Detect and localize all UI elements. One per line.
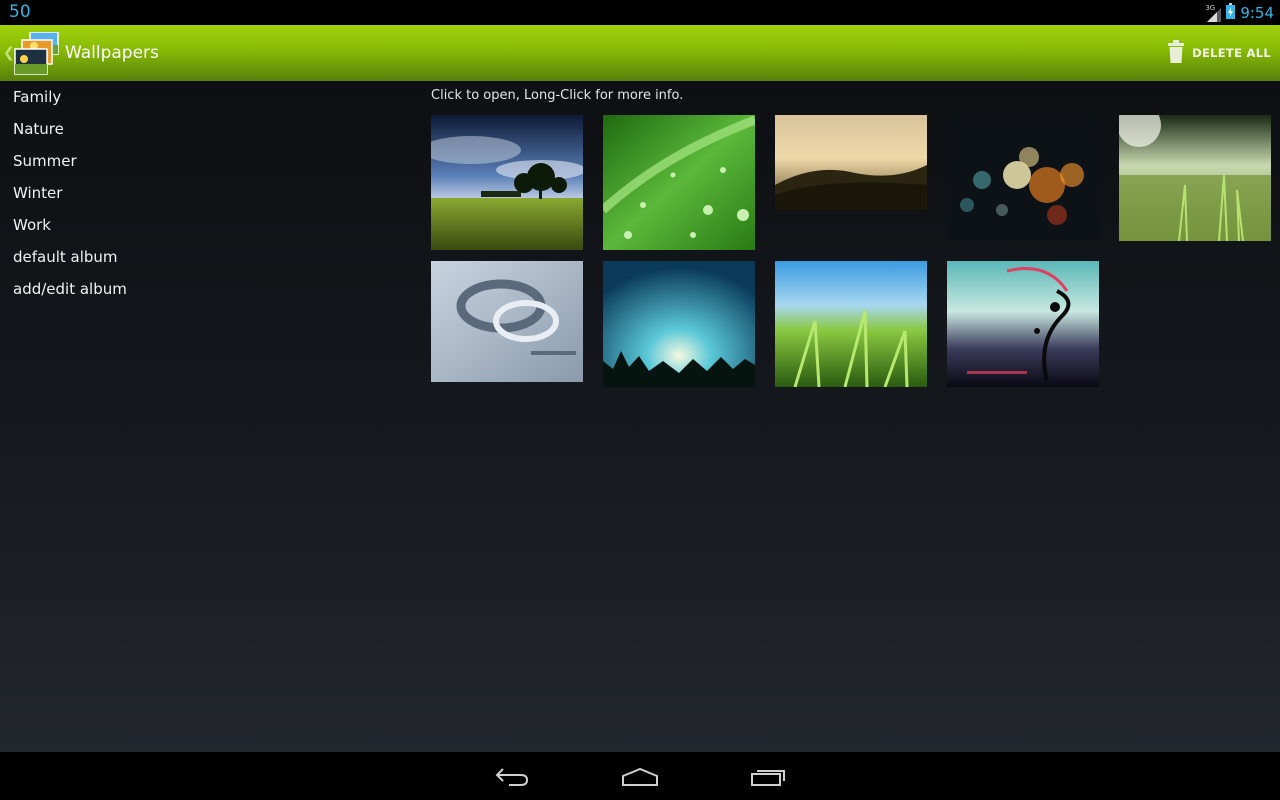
album-item-work[interactable]: Work xyxy=(0,209,420,241)
wallpaper-thumbnail-grass-dew-sunlight[interactable] xyxy=(1119,115,1271,241)
home-button[interactable] xyxy=(610,760,670,794)
album-item-add-edit[interactable]: add/edit album xyxy=(0,273,420,305)
album-item-summer[interactable]: Summer xyxy=(0,145,420,177)
wallpaper-thumbnail-blue-light-grass[interactable] xyxy=(603,261,755,387)
home-icon xyxy=(622,767,658,786)
clock: 9:54 xyxy=(1240,3,1274,22)
wallpaper-thumbnail-bokeh-lights[interactable] xyxy=(947,115,1099,241)
album-item-family[interactable]: Family xyxy=(0,81,420,113)
album-item-nature[interactable]: Nature xyxy=(0,113,420,145)
album-item-default[interactable]: default album xyxy=(0,241,420,273)
navigation-bar xyxy=(0,752,1280,800)
wallpaper-thumbnail-abstract-silver-rings[interactable] xyxy=(431,261,583,382)
back-icon xyxy=(495,768,529,786)
wallpaper-thumbnail-green-grass-blue-sky[interactable] xyxy=(775,261,927,387)
action-bar: ❮ Wallpapers DELETE ALL xyxy=(0,25,1280,81)
notification-count: 50 xyxy=(9,2,31,22)
wallpaper-thumbnail-grassy-hill-sunset[interactable] xyxy=(775,115,927,210)
wallpaper-thumbnail-landscape-trees[interactable] xyxy=(431,115,583,250)
content-area: Family Nature Summer Winter Work default… xyxy=(0,81,1280,752)
app-title: Wallpapers xyxy=(65,43,159,63)
wallpaper-thumbnail-leaf-water-drops[interactable] xyxy=(603,115,755,250)
battery-charging-icon xyxy=(1226,2,1236,23)
wallpaper-thumbnail-grunge-floral-art[interactable] xyxy=(947,261,1099,387)
status-icons: 3G 9:54 xyxy=(1205,2,1274,23)
delete-all-label: DELETE ALL xyxy=(1192,46,1271,60)
gallery-hint: Click to open, Long-Click for more info. xyxy=(431,88,684,103)
album-list: Family Nature Summer Winter Work default… xyxy=(0,81,420,305)
status-bar: 50 3G 9:54 xyxy=(0,0,1280,25)
app-icon[interactable] xyxy=(14,31,60,76)
delete-all-button[interactable]: DELETE ALL xyxy=(1168,39,1271,67)
album-item-winter[interactable]: Winter xyxy=(0,177,420,209)
signal-icon: 3G xyxy=(1205,4,1222,22)
back-button[interactable] xyxy=(482,760,542,794)
recent-apps-icon xyxy=(751,770,785,786)
up-chevron-icon[interactable]: ❮ xyxy=(3,45,15,61)
recent-apps-button[interactable] xyxy=(738,760,798,794)
trash-icon xyxy=(1168,39,1185,67)
